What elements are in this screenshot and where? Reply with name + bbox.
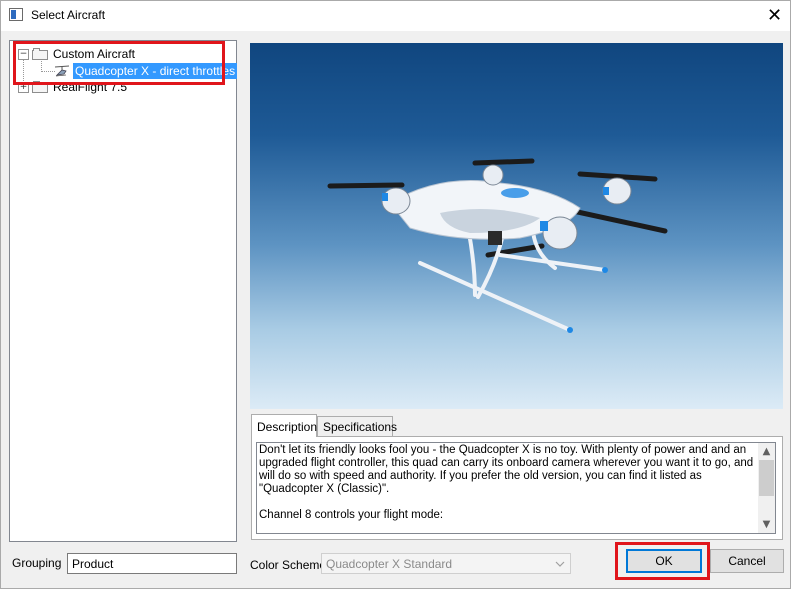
ok-button[interactable]: OK (626, 549, 702, 573)
description-text: Don't let its friendly looks fool you - … (259, 444, 757, 533)
description-scrollbar[interactable]: ▲ ▼ (758, 443, 775, 533)
description-textbox[interactable]: Don't let its friendly looks fool you - … (256, 442, 776, 534)
color-scheme-value: Quadcopter X Standard (326, 556, 453, 571)
scroll-up-icon[interactable]: ▲ (758, 443, 775, 460)
window-icon (9, 8, 23, 21)
color-scheme-label: Color Scheme (250, 558, 327, 572)
tree-item-label: Quadcopter X - direct throttles (73, 63, 238, 79)
tree-connector (23, 59, 24, 81)
grouping-value: Product (72, 556, 114, 571)
tab-specifications[interactable]: Specifications (317, 416, 397, 437)
tree-item-realflight[interactable]: + RealFlight 7.5 (18, 79, 127, 95)
scroll-thumb[interactable] (759, 460, 774, 496)
scroll-down-icon[interactable]: ▼ (758, 516, 775, 533)
grouping-label: Grouping (12, 556, 62, 570)
quadcopter-illustration (327, 158, 668, 333)
description-paragraph: Channel 8 controls your flight mode: (259, 509, 444, 521)
expand-icon[interactable]: + (18, 81, 29, 93)
title-bar: Select Aircraft ✕ (0, 0, 791, 31)
helicopter-icon (54, 65, 70, 77)
folder-icon (32, 48, 49, 60)
chevron-down-icon (555, 561, 565, 567)
tree-item-quadcopter-x[interactable]: Quadcopter X - direct throttles (54, 63, 238, 79)
folder-icon (32, 81, 49, 93)
tab-description[interactable]: Description (251, 414, 317, 437)
collapse-icon[interactable]: − (18, 48, 29, 60)
description-paragraph: Don't let its friendly looks fool you - … (259, 444, 754, 495)
tree-item-label: Custom Aircraft (53, 47, 136, 61)
aircraft-tree[interactable]: − Custom Aircraft Quadcopter X - direct … (9, 40, 238, 542)
close-button[interactable]: ✕ (758, 0, 791, 31)
aircraft-preview-image (250, 43, 783, 409)
color-scheme-select[interactable]: Quadcopter X Standard (321, 553, 571, 574)
tree-item-label: RealFlight 7.5 (53, 80, 128, 94)
tree-connector (41, 71, 55, 72)
grouping-select[interactable]: Product (67, 553, 237, 574)
cancel-button[interactable]: Cancel (710, 549, 784, 573)
tree-item-custom-aircraft[interactable]: − Custom Aircraft (18, 46, 135, 62)
window-title: Select Aircraft (31, 8, 106, 22)
